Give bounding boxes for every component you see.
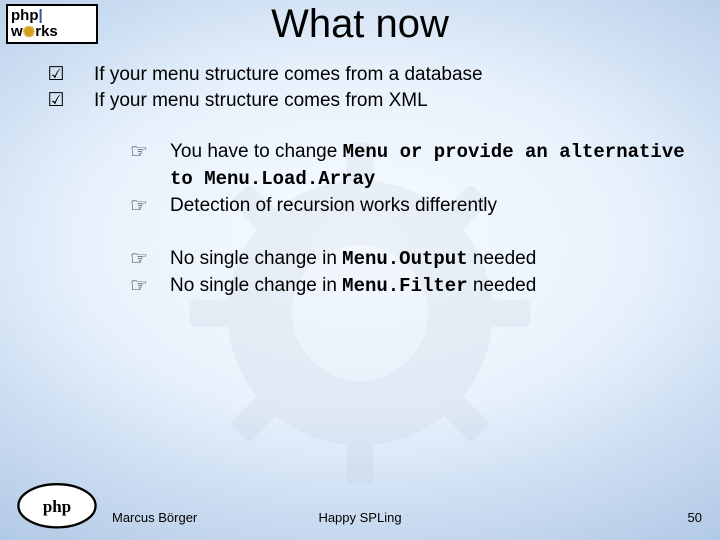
sub-4: No single change in Menu.Filter needed xyxy=(170,273,700,300)
slide-title: What now xyxy=(0,2,720,47)
bullet-2: If your menu structure comes from XML xyxy=(94,88,700,114)
hand-icon: ☞ xyxy=(108,193,170,220)
footer-title: Happy SPLing xyxy=(0,510,720,525)
hand-icon: ☞ xyxy=(108,273,170,300)
check-icon: ☑ xyxy=(18,88,94,114)
footer-page: 50 xyxy=(688,510,702,525)
logo-phpworks: php| w✺rks xyxy=(6,4,98,44)
check-icon: ☑ xyxy=(18,62,94,88)
bullet-1: If your menu structure comes from a data… xyxy=(94,62,700,88)
hand-icon: ☞ xyxy=(108,139,170,192)
sub-1: You have to change Menu or provide an al… xyxy=(170,139,700,192)
sub-2: Detection of recursion works differently xyxy=(170,193,700,220)
hand-icon: ☞ xyxy=(108,246,170,273)
sub-3: No single change in Menu.Output needed xyxy=(170,246,700,273)
